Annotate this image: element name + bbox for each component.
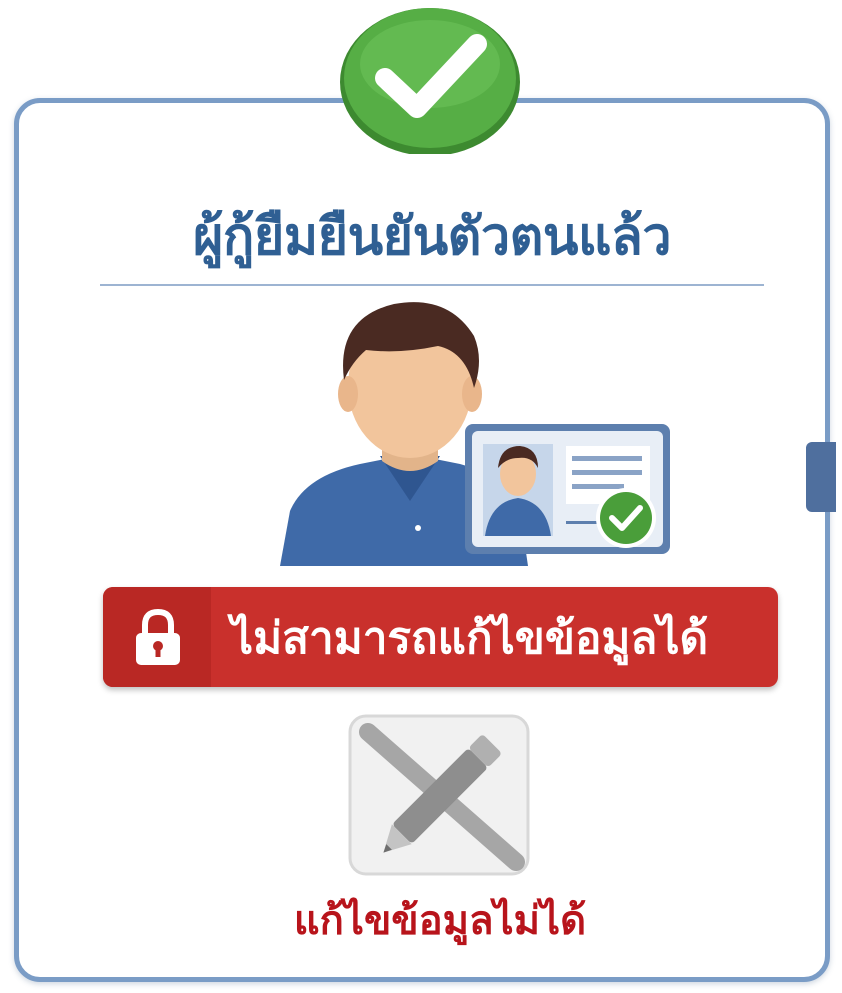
cannot-edit-label: แก้ไขข้อมูลไม่ได้ [293,898,587,944]
side-tab [806,442,836,512]
lock-icon [136,609,180,665]
page-title: ผู้กู้ยืมยืนยันตัวตนแล้ว [192,207,672,267]
cannot-edit-banner: ไม่สามารถแก้ไขข้อมูลได้ [103,587,778,687]
pencil-crossed-out-icon [348,714,530,876]
title-area: ผู้กู้ยืมยืนยันตัวตนแล้ว [100,188,764,286]
verification-status-page: ผู้กู้ยืมยืนยันตัวตนแล้ว ไม่สามารถแก้ไขข… [0,0,842,993]
checkmark-circle-icon [340,8,520,154]
banner-text: ไม่สามารถแก้ไขข้อมูลได้ [231,613,709,664]
verified-person-id-card-icon [280,302,670,566]
